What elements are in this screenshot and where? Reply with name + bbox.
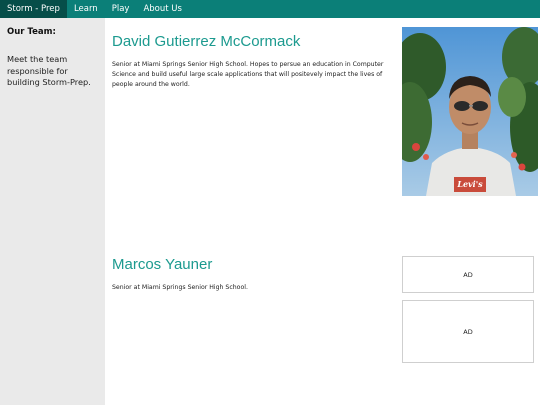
member-photo-david: Levi's xyxy=(402,27,538,196)
sidebar-heading: Our Team: xyxy=(7,27,56,37)
sidebar: Our Team: Meet the team responsible for … xyxy=(0,18,105,405)
nav-item-about-us[interactable]: About Us xyxy=(136,0,188,18)
advertisement-slot-2[interactable]: AD xyxy=(402,300,534,363)
member-name-marcos: Marcos Yauner xyxy=(112,256,213,273)
member-name-david: David Gutierrez McCormack xyxy=(112,33,301,50)
advertisement-slot-1[interactable]: AD xyxy=(402,256,534,293)
member-photo-image: Levi's xyxy=(402,27,538,196)
top-navigation-bar: Storm - Prep Learn Play About Us xyxy=(0,0,540,18)
member-bio-marcos: Senior at Miami Springs Senior High Scho… xyxy=(112,284,248,291)
sidebar-description: Meet the team responsible for building S… xyxy=(7,54,91,87)
shirt-logo-text: Levi's xyxy=(456,179,483,189)
nav-item-storm-prep[interactable]: Storm - Prep xyxy=(0,0,67,18)
member-bio-david: Senior at Miami Springs Senior High Scho… xyxy=(112,61,384,88)
nav-item-learn[interactable]: Learn xyxy=(67,0,105,18)
nav-item-play[interactable]: Play xyxy=(105,0,137,18)
